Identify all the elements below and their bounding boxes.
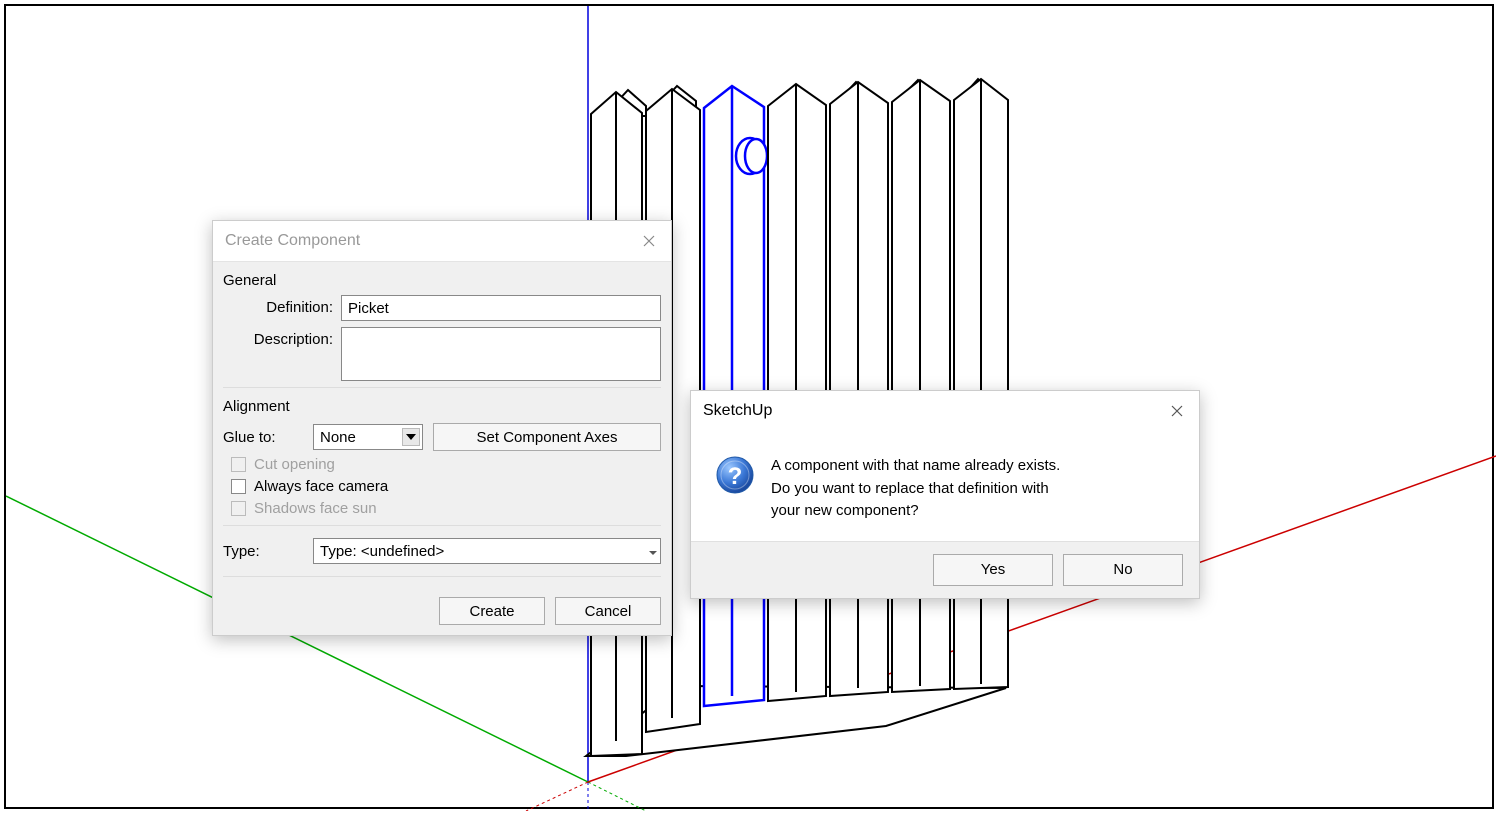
confirm-message-line: your new component? (771, 500, 1060, 523)
glue-to-label: Glue to: (223, 429, 303, 446)
confirm-footer: Yes No (691, 541, 1199, 598)
create-button[interactable]: Create (439, 597, 545, 625)
type-value: Type: <undefined> (320, 543, 444, 560)
confirm-dialog[interactable]: SketchUp ? (690, 390, 1200, 599)
always-face-camera-label: Always face camera (254, 478, 388, 495)
confirm-message-line: A component with that name already exist… (771, 455, 1060, 478)
svg-text:?: ? (728, 463, 743, 490)
cut-opening-label: Cut opening (254, 456, 335, 473)
definition-label: Definition: (223, 295, 341, 316)
description-label: Description: (223, 327, 341, 348)
definition-input[interactable] (341, 295, 661, 321)
general-section-label: General (223, 268, 661, 295)
question-icon: ? (715, 455, 755, 495)
type-select[interactable]: Type: <undefined> (313, 538, 661, 564)
cut-opening-option: Cut opening (223, 453, 661, 475)
dialog-title: Create Component (225, 232, 360, 250)
chevron-down-icon (402, 428, 420, 446)
confirm-message: A component with that name already exist… (771, 455, 1060, 523)
shadows-face-sun-checkbox (231, 501, 246, 516)
glue-to-select[interactable]: None (313, 424, 423, 450)
create-component-dialog[interactable]: Create Component General Definition: Des… (212, 220, 672, 636)
always-face-camera-option[interactable]: Always face camera (223, 475, 661, 497)
dialog-title-bar[interactable]: Create Component (213, 221, 671, 261)
description-input[interactable] (341, 327, 661, 381)
dialog-body: General Definition: Description: Alignme… (213, 261, 671, 635)
yes-button[interactable]: Yes (933, 554, 1053, 586)
close-icon[interactable] (1165, 399, 1189, 423)
viewport[interactable]: Create Component General Definition: Des… (4, 4, 1494, 809)
shadows-face-sun-label: Shadows face sun (254, 500, 377, 517)
set-component-axes-button[interactable]: Set Component Axes (433, 423, 661, 451)
confirm-message-line: Do you want to replace that definition w… (771, 478, 1060, 501)
cancel-button[interactable]: Cancel (555, 597, 661, 625)
chevron-down-icon (648, 543, 658, 560)
cut-opening-checkbox (231, 457, 246, 472)
close-icon[interactable] (637, 229, 661, 253)
confirm-title: SketchUp (703, 402, 772, 420)
type-label: Type: (223, 543, 303, 560)
no-button[interactable]: No (1063, 554, 1183, 586)
alignment-section-label: Alignment (223, 394, 661, 421)
glue-to-value: None (320, 429, 356, 446)
confirm-title-bar[interactable]: SketchUp (691, 391, 1199, 431)
confirm-body: ? A component with that name already exi… (691, 431, 1199, 541)
always-face-camera-checkbox[interactable] (231, 479, 246, 494)
shadows-face-sun-option: Shadows face sun (223, 497, 661, 519)
